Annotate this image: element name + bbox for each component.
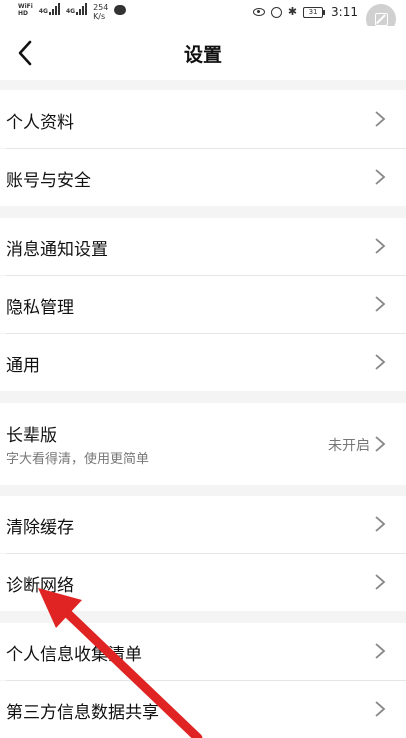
eye-icon <box>252 8 265 16</box>
elder-mode-status: 未开启 <box>328 438 370 454</box>
status-right: ✱ 31 3:11 <box>252 5 358 19</box>
bluetooth-icon: ✱ <box>287 5 298 18</box>
hd-tag: HD <box>18 10 29 17</box>
battery-icon: 31 <box>303 6 326 18</box>
chevron-right-icon <box>375 701 386 717</box>
signal-bars-icon <box>76 3 88 15</box>
settings-item-label: 诊断网络 <box>6 576 74 596</box>
settings-item-label: 消息通知设置 <box>6 240 108 260</box>
status-bar: WiFi HD 4G 4G 254 K/s ✱ 31 3:11 <box>0 0 406 34</box>
settings-item-third-party-sharing[interactable]: 第三方信息数据共享 <box>0 681 406 738</box>
chevron-right-icon <box>375 111 386 127</box>
settings-item-notifications[interactable]: 消息通知设置 <box>0 218 406 275</box>
settings-item-label: 个人资料 <box>6 113 74 133</box>
settings-item-profile[interactable]: 个人资料 <box>0 90 406 148</box>
chevron-right-icon <box>375 436 386 452</box>
chevron-right-icon <box>375 643 386 659</box>
settings-item-network-diagnosis[interactable]: 诊断网络 <box>0 554 406 611</box>
settings-item-subtitle: 字大看得清，使用更简单 <box>6 452 150 467</box>
chevron-right-icon <box>375 516 386 532</box>
settings-item-clear-cache[interactable]: 清除缓存 <box>0 496 406 553</box>
status-left: WiFi HD 4G 4G 254 K/s <box>18 3 127 21</box>
settings-item-label: 长辈版 <box>6 426 57 446</box>
navigation-bar: 设置 <box>0 26 406 80</box>
sim-tags: WiFi HD <box>18 3 33 17</box>
page-title: 设置 <box>183 44 222 66</box>
signal-2: 4G <box>65 3 88 15</box>
battery-level: 31 <box>303 6 324 18</box>
chat-notification-icon <box>114 5 127 15</box>
settings-item-elder-mode[interactable]: 长辈版 字大看得清，使用更简单 未开启 <box>0 403 406 485</box>
settings-item-label: 隐私管理 <box>6 298 74 318</box>
settings-item-privacy[interactable]: 隐私管理 <box>0 276 406 333</box>
chevron-right-icon <box>375 169 386 185</box>
clock: 3:11 <box>331 5 358 19</box>
settings-item-general[interactable]: 通用 <box>0 334 406 391</box>
settings-item-label: 通用 <box>6 356 40 376</box>
speed-unit: K/s <box>93 12 106 21</box>
wifi-tag: WiFi <box>18 3 33 10</box>
network-tag-2: 4G <box>65 8 76 15</box>
chevron-right-icon <box>375 238 386 254</box>
chevron-right-icon <box>375 574 386 590</box>
settings-item-label: 清除缓存 <box>6 518 74 538</box>
settings-item-label: 个人信息收集清单 <box>6 645 142 665</box>
chevron-right-icon <box>375 296 386 312</box>
settings-item-label: 账号与安全 <box>6 171 91 191</box>
signal-bars-icon <box>48 3 60 15</box>
settings-item-label: 第三方信息数据共享 <box>6 703 159 723</box>
network-speed: 254 K/s <box>93 3 108 21</box>
settings-item-account-security[interactable]: 账号与安全 <box>0 149 406 206</box>
chevron-right-icon <box>375 354 386 370</box>
float-icon <box>374 12 388 26</box>
alarm-icon <box>270 6 282 18</box>
speed-value: 254 <box>93 3 109 12</box>
settings-item-personal-info-list[interactable]: 个人信息收集清单 <box>0 623 406 680</box>
network-tag-1: 4G <box>38 8 48 15</box>
signal-1: 4G <box>39 3 60 15</box>
